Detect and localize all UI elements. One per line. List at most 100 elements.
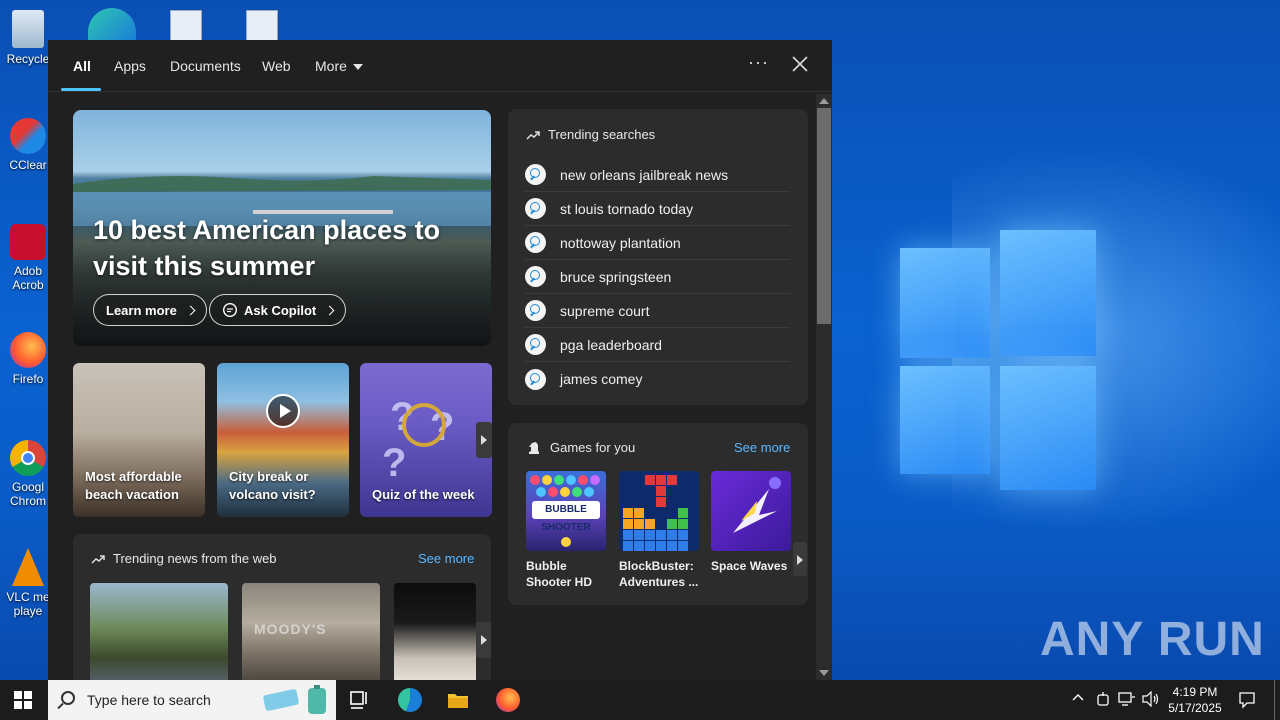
network-icon[interactable]	[1118, 691, 1136, 707]
card-city-break[interactable]: City break or volcano visit?	[217, 363, 349, 517]
hero-title: 10 best American places to visit this su…	[93, 215, 441, 281]
desktop-icon-label: Googl Chrom	[9, 480, 46, 508]
learn-more-label: Learn more	[106, 302, 177, 318]
game-thumb-bubble-shooter[interactable]: BUBBLE SHOOTER	[526, 471, 606, 551]
scroll-up-icon[interactable]	[819, 98, 829, 104]
tab-more[interactable]: More	[315, 58, 363, 74]
search-icon	[61, 691, 75, 705]
firefox-taskbar-icon[interactable]	[496, 688, 520, 712]
trending-search-item[interactable]: nottoway plantation	[525, 226, 790, 260]
news-image-storm-damage[interactable]	[90, 583, 228, 680]
show-desktop-button[interactable]	[1274, 680, 1275, 720]
games-next-button[interactable]	[793, 542, 807, 576]
news-image-moodys[interactable]: MOODY'S	[242, 583, 380, 680]
chevron-right-icon	[481, 635, 487, 645]
magnifier-icon	[402, 403, 446, 447]
trending-search-text: new orleans jailbreak news	[560, 166, 729, 183]
card-label: Most affordable beach vacation	[85, 469, 182, 502]
recycle-bin-icon[interactable]: Recycle	[6, 10, 50, 66]
chevron-right-icon	[481, 435, 487, 445]
tab-documents[interactable]: Documents	[170, 58, 241, 74]
edge-taskbar-icon[interactable]	[398, 688, 422, 712]
caret-down-icon	[352, 64, 363, 71]
task-view-icon[interactable]	[348, 688, 372, 712]
taskbar-search-placeholder: Type here to search	[87, 692, 211, 708]
trending-news-section: Trending news from the web See more MOOD…	[73, 534, 491, 680]
tab-apps[interactable]: Apps	[114, 58, 146, 74]
chevron-up-icon[interactable]	[1071, 691, 1085, 708]
trending-search-text: supreme court	[560, 302, 650, 319]
anyrun-watermark: ANY RUN	[1040, 613, 1265, 666]
firefox-icon[interactable]: Firefo	[6, 332, 50, 386]
ask-copilot-button[interactable]: Ask Copilot	[209, 294, 347, 326]
trending-searches-header: Trending searches	[526, 127, 655, 142]
trending-search-item[interactable]: james comey	[525, 362, 790, 396]
card-label: City break or volcano visit?	[229, 469, 316, 502]
hero-card[interactable]: 10 best American places to visit this su…	[73, 110, 491, 346]
scrollbar-thumb[interactable]	[817, 108, 831, 324]
taskbar-search-box[interactable]: Type here to search	[48, 680, 336, 720]
trending-search-item[interactable]: supreme court	[525, 294, 790, 328]
chat-bubble-icon	[222, 302, 238, 318]
google-chrome-icon[interactable]: Googl Chrom	[6, 440, 50, 508]
file-explorer-icon[interactable]	[446, 688, 470, 712]
desktop-icon-label: Recycle	[6, 52, 50, 66]
trending-search-item[interactable]: pga leaderboard	[525, 328, 790, 362]
more-options-button[interactable]: ···	[748, 52, 769, 73]
news-next-button[interactable]	[476, 622, 491, 658]
tab-web[interactable]: Web	[262, 58, 291, 74]
vlc-icon[interactable]: VLC me playe	[6, 548, 50, 618]
scrollbar[interactable]	[816, 94, 832, 680]
trending-news-header: Trending news from the web	[91, 551, 277, 566]
trending-search-text: james comey	[560, 371, 643, 387]
game-name[interactable]: Bubble Shooter HD	[526, 558, 612, 590]
travel-highlight-icon	[263, 685, 326, 714]
search-icon	[525, 266, 546, 287]
trending-searches-section: Trending searches new orleans jailbreak …	[508, 109, 808, 405]
desktop-icon-label: Firefo	[12, 372, 44, 386]
games-see-more-link[interactable]: See more	[734, 440, 790, 455]
chevron-right-icon	[797, 555, 803, 565]
trending-searches-title: Trending searches	[548, 127, 656, 142]
desktop-icon-label: VLC me playe	[6, 590, 50, 618]
card-beach-vacation[interactable]: Most affordable beach vacation	[73, 363, 205, 517]
news-image-person[interactable]	[394, 583, 476, 680]
desktop-file-icon[interactable]	[170, 10, 202, 40]
desktop-file-icon[interactable]	[246, 10, 278, 40]
game-name[interactable]: Space Waves	[711, 558, 797, 574]
tab-all[interactable]: All	[73, 58, 91, 74]
search-icon	[525, 368, 546, 390]
game-name[interactable]: BlockBuster: Adventures ...	[619, 558, 705, 590]
game-thumb-space-waves[interactable]	[711, 471, 791, 551]
games-title: Games for you	[550, 440, 636, 455]
trending-news-title: Trending news from the web	[113, 551, 277, 566]
trending-search-text: nottoway plantation	[560, 234, 681, 251]
search-icon	[525, 232, 546, 253]
ccleaner-icon[interactable]: CClear	[6, 118, 50, 172]
windows-start-button[interactable]	[14, 691, 32, 709]
search-icon	[525, 198, 546, 219]
active-tab-indicator	[61, 88, 101, 91]
learn-more-button[interactable]: Learn more	[93, 294, 207, 326]
notification-icon[interactable]	[1238, 691, 1256, 709]
volume-icon[interactable]	[1142, 691, 1160, 707]
trending-search-item[interactable]: st louis tornado today	[525, 192, 790, 226]
bubble-shooter-logo: BUBBLE SHOOTER	[532, 501, 600, 533]
tab-more-label: More	[315, 58, 347, 74]
close-icon[interactable]	[790, 54, 810, 74]
trending-search-item[interactable]: bruce springsteen	[525, 260, 790, 294]
scroll-down-icon[interactable]	[819, 670, 829, 676]
taskbar-clock[interactable]: 4:19 PM 5/17/2025	[1160, 684, 1230, 716]
trending-news-see-more-link[interactable]: See more	[418, 551, 474, 566]
game-thumb-blockbuster[interactable]	[619, 471, 699, 551]
ask-copilot-label: Ask Copilot	[244, 302, 317, 318]
adobe-acrobat-icon[interactable]: Adob Acrob	[6, 224, 50, 292]
games-section: Games for you See more BUBBLE SHOOTER Bu…	[508, 423, 808, 605]
windows-logo-art	[900, 230, 1100, 490]
trending-search-item[interactable]: new orleans jailbreak news	[525, 158, 790, 192]
desktop-icon-label: Adob Acrob	[12, 264, 44, 292]
card-quiz[interactable]: ? ? ? Quiz of the week	[360, 363, 492, 517]
security-icon[interactable]	[1096, 691, 1110, 707]
cards-next-button[interactable]	[476, 422, 492, 458]
edge-desktop-icon[interactable]	[88, 8, 136, 40]
